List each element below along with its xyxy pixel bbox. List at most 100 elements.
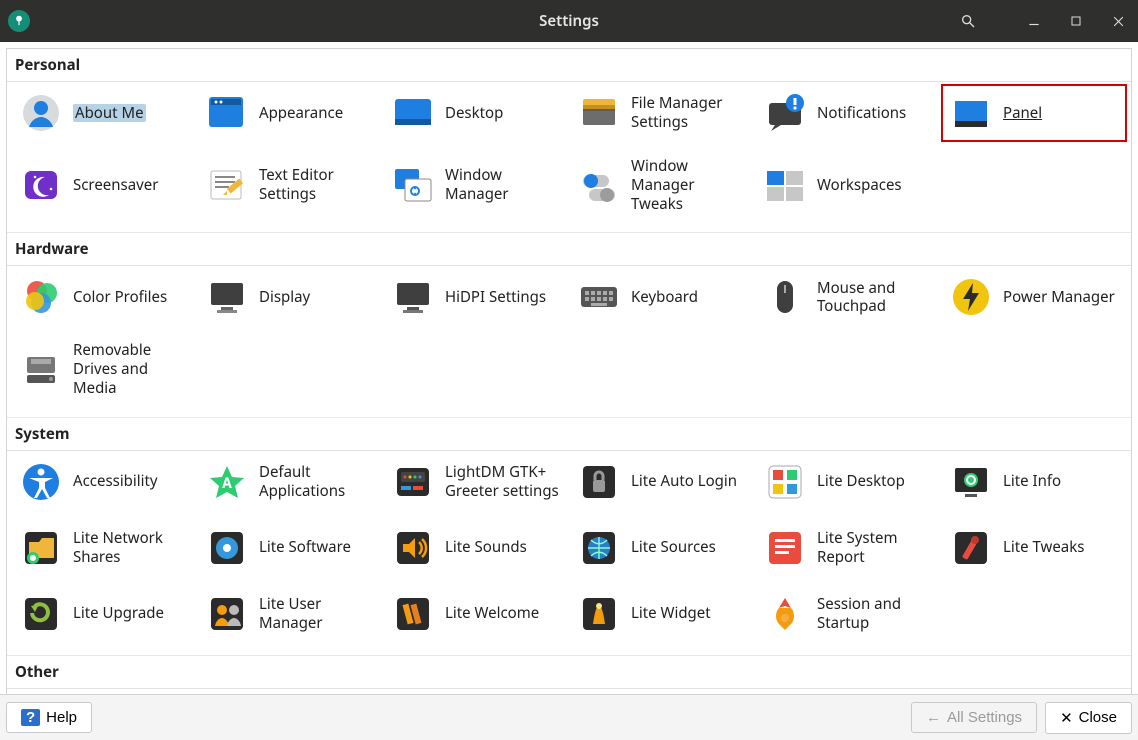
color-icon bbox=[19, 275, 63, 319]
settings-item-lite-software[interactable]: Lite Software bbox=[197, 519, 383, 577]
appearance-icon bbox=[205, 91, 249, 135]
settings-item-color-profiles[interactable]: Color Profiles bbox=[11, 268, 197, 326]
settings-item-lite-auto-login[interactable]: Lite Auto Login bbox=[569, 453, 755, 511]
settings-item-label: Lite Welcome bbox=[445, 604, 539, 623]
settings-item-label: Lite Info bbox=[1003, 472, 1061, 491]
settings-item-label: Desktop bbox=[445, 104, 503, 123]
text-editor-icon bbox=[205, 163, 249, 207]
settings-item-label: Lite Desktop bbox=[817, 472, 905, 491]
settings-item-label: Mouse and Touchpad bbox=[817, 279, 933, 317]
section-header-other: Other bbox=[7, 656, 1131, 689]
settings-item-lightdm-greeter[interactable]: LightDM GTK+ Greeter settings bbox=[383, 453, 569, 511]
settings-item-bluetooth-adapters[interactable]: Bluetooth Adapters bbox=[11, 691, 197, 695]
section-grid-personal: About Me Appearance Desktop File Manager Se… bbox=[7, 82, 1131, 233]
lite-software-icon bbox=[205, 526, 249, 570]
settings-item-lite-tweaks[interactable]: Lite Tweaks bbox=[941, 519, 1127, 577]
content-area: PersonalAbout MeAppearanceDesktopFile Ma… bbox=[0, 42, 1138, 694]
close-window-button[interactable]: ✕ Close bbox=[1045, 702, 1132, 734]
settings-item-lite-upgrade[interactable]: Lite Upgrade bbox=[11, 585, 197, 643]
section-header-hardware: Hardware bbox=[7, 233, 1131, 266]
lite-sources-icon bbox=[577, 526, 621, 570]
all-settings-label: All Settings bbox=[947, 709, 1022, 726]
default-apps-icon: A bbox=[205, 460, 249, 504]
settings-item-text-editor-settings[interactable]: Text Editor Settings bbox=[197, 150, 383, 220]
power-icon bbox=[949, 275, 993, 319]
settings-item-removable-media[interactable]: Removable Drives and Media bbox=[11, 334, 197, 404]
settings-item-label: File Manager Settings bbox=[631, 94, 747, 132]
section-header-system: System bbox=[7, 418, 1131, 451]
window-manager-icon bbox=[391, 163, 435, 207]
close-button[interactable] bbox=[1106, 9, 1130, 33]
settings-item-window-manager-tweaks[interactable]: Window Manager Tweaks bbox=[569, 150, 755, 220]
help-button[interactable]: ? Help bbox=[6, 702, 92, 733]
workspaces-icon bbox=[763, 163, 807, 207]
settings-item-default-apps[interactable]: A Default Applications bbox=[197, 453, 383, 511]
settings-item-lite-sounds[interactable]: Lite Sounds bbox=[383, 519, 569, 577]
settings-item-hidpi-settings[interactable]: HiDPI Settings bbox=[383, 268, 569, 326]
screensaver-icon bbox=[19, 163, 63, 207]
settings-item-label: About Me bbox=[73, 104, 146, 123]
all-settings-button: ← All Settings bbox=[911, 702, 1037, 733]
settings-item-lite-welcome[interactable]: Lite Welcome bbox=[383, 585, 569, 643]
user-manager-icon bbox=[205, 592, 249, 636]
titlebar: Settings bbox=[0, 0, 1138, 42]
settings-item-label: HiDPI Settings bbox=[445, 288, 546, 307]
lightdm-icon bbox=[391, 460, 435, 504]
settings-item-label: Default Applications bbox=[259, 463, 375, 501]
settings-item-keyboard[interactable]: Keyboard bbox=[569, 268, 755, 326]
settings-item-about-me[interactable]: About Me bbox=[11, 84, 197, 142]
settings-item-label: Lite Software bbox=[259, 538, 351, 557]
settings-item-appearance[interactable]: Appearance bbox=[197, 84, 383, 142]
settings-item-session-startup[interactable]: Session and Startup bbox=[755, 585, 941, 643]
settings-item-mouse-touchpad[interactable]: Mouse and Touchpad bbox=[755, 268, 941, 326]
settings-item-lite-info[interactable]: Lite Info bbox=[941, 453, 1127, 511]
settings-item-label: Lite Tweaks bbox=[1003, 538, 1084, 557]
settings-item-window-manager[interactable]: Window Manager bbox=[383, 150, 569, 220]
settings-item-lite-system-report[interactable]: Lite System Report bbox=[755, 519, 941, 577]
settings-item-notifications[interactable]: Notifications bbox=[755, 84, 941, 142]
settings-item-label: LightDM GTK+ Greeter settings bbox=[445, 463, 561, 501]
minimize-button[interactable] bbox=[1022, 9, 1046, 33]
settings-item-workspaces[interactable]: Workspaces bbox=[755, 150, 941, 220]
network-shares-icon bbox=[19, 526, 63, 570]
settings-item-orca-settings[interactable]: Orca Settings bbox=[383, 691, 569, 695]
section-grid-hardware: Color ProfilesDisplay HiDPI Settings Keybo… bbox=[7, 266, 1131, 417]
settings-item-label: Window Manager Tweaks bbox=[631, 157, 747, 213]
panel-icon bbox=[949, 91, 993, 135]
maximize-button[interactable] bbox=[1064, 9, 1088, 33]
app-icon bbox=[8, 10, 30, 32]
settings-item-accessibility[interactable]: Accessibility bbox=[11, 453, 197, 511]
settings-item-label: Text Editor Settings bbox=[259, 166, 375, 204]
settings-item-display[interactable]: Display bbox=[197, 268, 383, 326]
settings-item-label: Lite User Manager bbox=[259, 595, 375, 633]
svg-text:A: A bbox=[222, 474, 232, 493]
widget-icon bbox=[577, 592, 621, 636]
settings-item-lite-sources[interactable]: Lite Sources bbox=[569, 519, 755, 577]
settings-item-lite-user-manager[interactable]: Lite User Manager bbox=[197, 585, 383, 643]
settings-item-label: Panel bbox=[1003, 104, 1042, 123]
welcome-icon bbox=[391, 592, 435, 636]
display-icon bbox=[205, 275, 249, 319]
settings-item-label: Window Manager bbox=[445, 166, 561, 204]
close-icon: ✕ bbox=[1060, 709, 1073, 727]
wm-tweaks-icon bbox=[577, 163, 621, 207]
settings-item-label: Keyboard bbox=[631, 288, 698, 307]
settings-item-panel[interactable]: Panel bbox=[941, 84, 1127, 142]
settings-item-lite-widget[interactable]: Lite Widget bbox=[569, 585, 755, 643]
help-label: Help bbox=[46, 709, 77, 726]
settings-item-firewall-config[interactable]: Firewall Config bbox=[197, 691, 383, 695]
search-icon[interactable] bbox=[956, 9, 980, 33]
close-label: Close bbox=[1079, 709, 1117, 726]
settings-item-file-manager-settings[interactable]: File Manager Settings bbox=[569, 84, 755, 142]
settings-item-settings-editor[interactable]: Settings Editor bbox=[569, 691, 755, 695]
removable-icon bbox=[19, 347, 63, 391]
settings-item-lite-network-shares[interactable]: Lite Network Shares bbox=[11, 519, 197, 577]
settings-item-desktop[interactable]: Desktop bbox=[383, 84, 569, 142]
settings-item-screensaver[interactable]: Screensaver bbox=[11, 150, 197, 220]
settings-item-power-manager[interactable]: Power Manager bbox=[941, 268, 1127, 326]
settings-item-label: Accessibility bbox=[73, 472, 158, 491]
section-grid-system: Accessibility A Default Applications LightD… bbox=[7, 451, 1131, 656]
desktop-icon bbox=[391, 91, 435, 135]
lite-sounds-icon bbox=[391, 526, 435, 570]
settings-item-lite-desktop[interactable]: Lite Desktop bbox=[755, 453, 941, 511]
